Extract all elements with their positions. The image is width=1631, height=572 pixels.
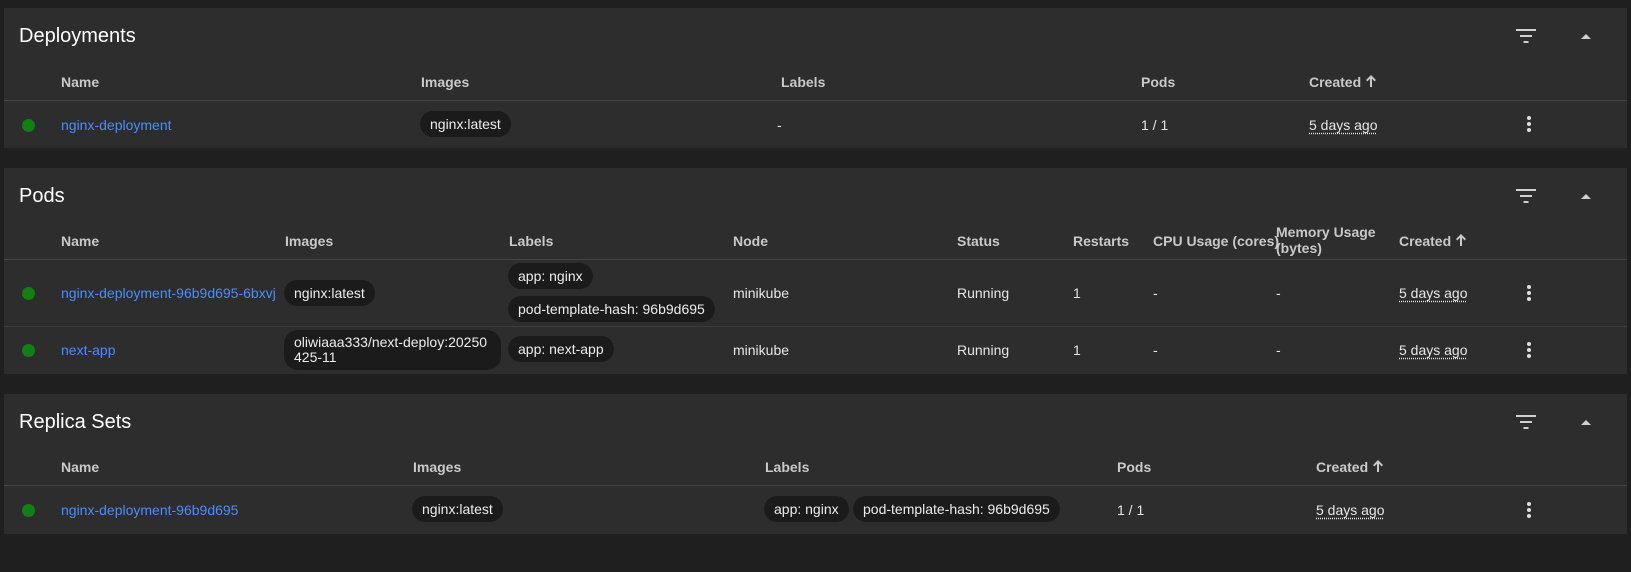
header-divider [4,259,1627,260]
row-menu-button[interactable] [1517,112,1541,136]
col-created-label: Created [1316,459,1369,475]
more-vert-icon [1527,502,1531,518]
node-value: minikube [733,285,790,301]
pod-name-link[interactable]: next-app [61,342,115,358]
restarts-value: 1 [1073,342,1081,358]
replica-sets-card: Replica Sets Name Images Labels Pods Cre… [4,394,1627,534]
replica-set-name-link[interactable]: nginx-deployment-96b9d695 [61,502,238,518]
pods-value: 1 / 1 [1141,117,1169,133]
more-vert-icon [1527,116,1531,132]
image-chip: nginx:latest [412,496,503,522]
col-images: Images [285,233,334,249]
arrow-upward-icon [1373,460,1384,472]
col-name[interactable]: Name [61,74,99,90]
filter-list-icon [1516,415,1536,429]
label-chip: pod-template-hash: 96b9d695 [508,296,715,322]
header-divider [4,485,1627,486]
image-chip: oliwiaaa333/next-deploy:20250425-11 [284,330,501,370]
col-images: Images [413,459,462,475]
col-labels: Labels [509,233,554,249]
row-menu-button[interactable] [1517,338,1541,362]
expand-less-icon [1581,33,1591,39]
deployment-name-link[interactable]: nginx-deployment [61,117,172,133]
row-menu-button[interactable] [1517,281,1541,305]
header-divider [4,100,1627,101]
arrow-upward-icon [1456,234,1467,246]
col-created[interactable]: Created [1316,459,1384,475]
pod-name-link[interactable]: nginx-deployment-96b9d695-6bxvj [61,285,276,301]
image-chip: nginx:latest [284,280,375,306]
created-value: 5 days ago [1316,502,1385,518]
status-value: Running [957,285,1010,301]
status-running-dot [22,287,35,300]
memory-value: - [1276,342,1281,358]
replica-sets-filter-button[interactable] [1512,408,1540,436]
col-restarts[interactable]: Restarts [1073,233,1129,249]
replica-sets-title: Replica Sets [19,411,132,433]
col-pods: Pods [1117,459,1152,475]
label-chip: app: nginx [508,263,593,289]
created-value: 5 days ago [1399,285,1468,301]
col-created[interactable]: Created [1309,74,1377,90]
pods-card: Pods Name Images Labels Node Status Rest… [4,168,1627,374]
status-running-dot [22,119,35,132]
col-created-label: Created [1399,233,1452,249]
labels-value: - [777,117,782,133]
label-chip: app: nginx [764,496,849,522]
more-vert-icon [1527,285,1531,301]
restarts-value: 1 [1073,285,1081,301]
node-value: minikube [733,342,790,358]
pods-header: Pods [4,168,1627,224]
expand-less-icon [1581,419,1591,425]
filter-list-icon [1516,29,1536,43]
col-created-label: Created [1309,74,1362,90]
deployments-filter-button[interactable] [1512,22,1540,50]
label-chip: pod-template-hash: 96b9d695 [853,496,1060,522]
more-vert-icon [1527,342,1531,358]
expand-less-icon [1581,193,1591,199]
status-running-dot [22,504,35,517]
col-memory: Memory Usage (bytes) [1276,224,1376,256]
status-value: Running [957,342,1010,358]
col-labels: Labels [765,459,810,475]
col-images: Images [421,74,470,90]
pods-filter-button[interactable] [1512,182,1540,210]
pods-value: 1 / 1 [1117,502,1145,518]
col-labels: Labels [781,74,826,90]
arrow-upward-icon [1366,75,1377,87]
deployments-title: Deployments [19,25,136,47]
status-running-dot [22,344,35,357]
col-name[interactable]: Name [61,233,99,249]
deployments-header: Deployments [4,8,1627,64]
image-chip: nginx:latest [420,111,511,137]
replica-sets-header: Replica Sets [4,394,1627,450]
col-cpu: CPU Usage (cores) [1153,233,1280,249]
replica-sets-collapse-button[interactable] [1572,408,1600,436]
pods-title: Pods [19,185,65,207]
label-chip: app: next-app [508,336,614,362]
col-node[interactable]: Node [733,233,768,249]
pods-collapse-button[interactable] [1572,182,1600,210]
filter-list-icon [1516,189,1536,203]
created-value: 5 days ago [1309,117,1378,133]
row-menu-button[interactable] [1517,498,1541,522]
cpu-value: - [1153,285,1158,301]
deployments-card: Deployments Name Images Labels Pods Crea… [4,8,1627,148]
memory-value: - [1276,285,1281,301]
deployments-collapse-button[interactable] [1572,22,1600,50]
col-created[interactable]: Created [1399,233,1467,249]
col-pods: Pods [1141,74,1176,90]
col-status[interactable]: Status [957,233,1000,249]
cpu-value: - [1153,342,1158,358]
col-name[interactable]: Name [61,459,99,475]
row-divider [4,326,1627,327]
created-value: 5 days ago [1399,342,1468,358]
